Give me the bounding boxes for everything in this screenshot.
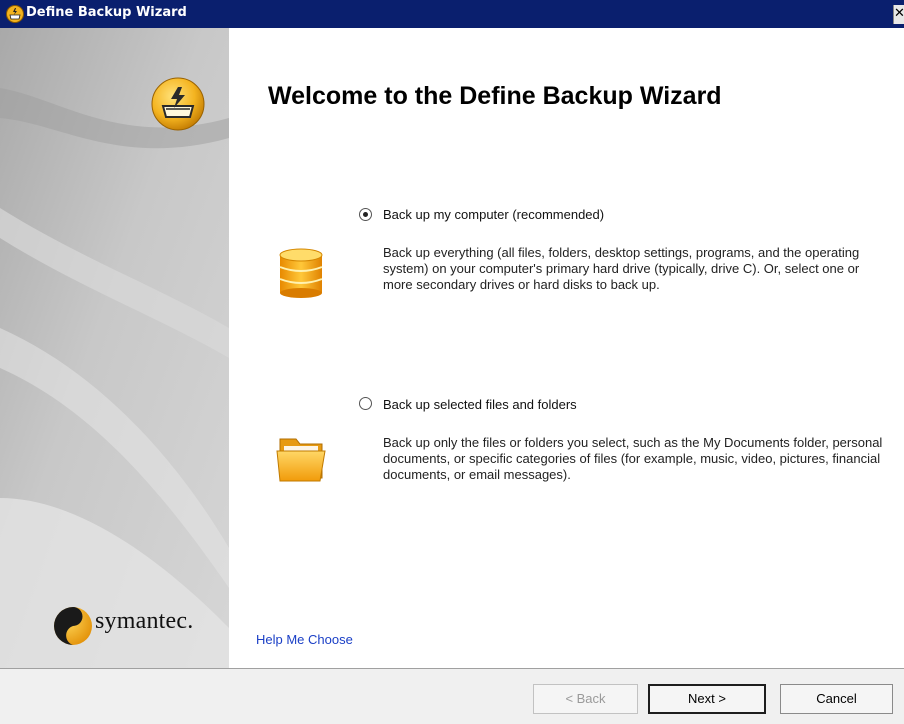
backup-computer-description: Back up everything (all files, folders, … bbox=[383, 245, 860, 292]
button-bar bbox=[0, 668, 904, 724]
backup-wizard-icon bbox=[151, 77, 205, 131]
window-title: Define Backup Wizard bbox=[26, 5, 187, 20]
backup-wizard-icon bbox=[6, 5, 24, 23]
backup-files-radio[interactable] bbox=[359, 397, 372, 410]
help-me-choose-link[interactable]: Help Me Choose bbox=[256, 632, 353, 647]
folder-icon bbox=[276, 438, 326, 482]
symantec-brand: symantec. bbox=[95, 608, 194, 634]
close-button[interactable]: ✕ bbox=[893, 5, 904, 24]
back-button[interactable]: < Back bbox=[533, 684, 638, 714]
title-bar: Define Backup Wizard ✕ bbox=[0, 0, 904, 28]
cancel-button[interactable]: Cancel bbox=[780, 684, 893, 714]
next-button[interactable]: Next > bbox=[648, 684, 766, 714]
backup-files-label[interactable]: Back up selected files and folders bbox=[383, 397, 577, 412]
radio-selected-dot bbox=[363, 212, 368, 217]
backup-computer-radio[interactable] bbox=[359, 208, 372, 221]
page-title: Welcome to the Define Backup Wizard bbox=[268, 82, 722, 110]
backup-files-description: Back up only the files or folders you se… bbox=[383, 435, 883, 482]
wizard-banner: symantec. bbox=[0, 28, 229, 668]
symantec-logo-icon bbox=[54, 607, 92, 645]
backup-computer-label[interactable]: Back up my computer (recommended) bbox=[383, 207, 604, 222]
hard-drive-icon bbox=[279, 248, 323, 298]
